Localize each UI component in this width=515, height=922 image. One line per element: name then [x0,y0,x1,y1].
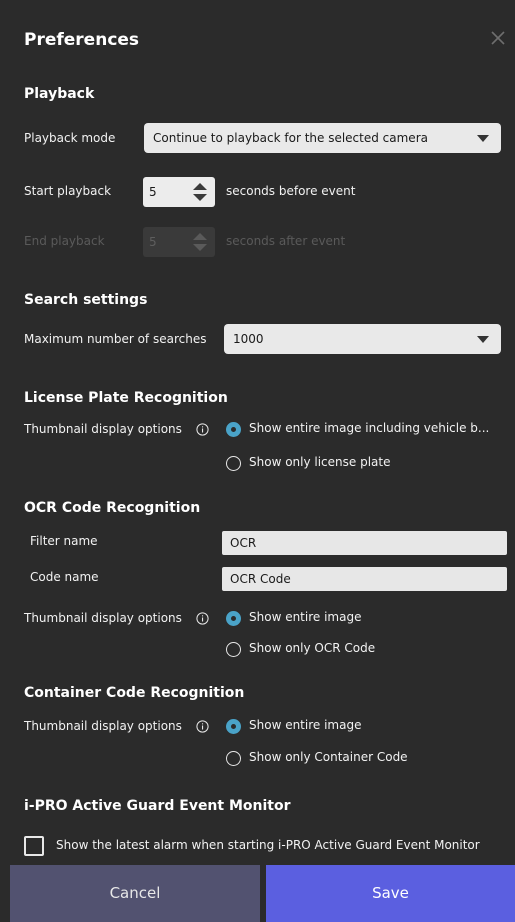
ocr-code-input[interactable]: OCR Code [222,567,507,591]
end-playback-label: End playback [24,234,105,248]
chevron-down-icon [477,336,489,343]
end-playback-value: 5 [149,235,157,249]
guard-heading: i-PRO Active Guard Event Monitor [24,798,291,814]
playback-mode-value: Continue to playback for the selected ca… [153,131,428,145]
radio-unselected-icon[interactable] [226,456,241,471]
radio-unselected-icon[interactable] [226,642,241,657]
close-icon[interactable] [490,30,506,46]
ocr-filter-label: Filter name [30,534,98,548]
end-playback-suffix: seconds after event [226,234,346,248]
arrow-up-icon [193,233,207,240]
ocr-heading: OCR Code Recognition [24,500,201,516]
max-searches-select[interactable]: 1000 [224,324,501,354]
arrow-down-icon[interactable] [193,194,207,201]
lpr-option-plate-label: Show only license plate [249,455,391,469]
info-icon[interactable] [196,423,209,436]
max-searches-label: Maximum number of searches [24,332,207,346]
end-playback-stepper: 5 [143,227,215,257]
lpr-heading: License Plate Recognition [24,390,228,406]
playback-heading: Playback [24,86,95,102]
info-icon[interactable] [196,612,209,625]
chevron-down-icon [477,135,489,142]
ocr-filter-input[interactable]: OCR [222,531,507,555]
search-settings-heading: Search settings [24,292,148,308]
container-heading: Container Code Recognition [24,685,245,701]
radio-selected-icon[interactable] [226,719,241,734]
container-option-code-label: Show only Container Code [249,750,408,764]
start-playback-suffix: seconds before event [226,184,356,198]
arrow-down-icon [193,244,207,251]
start-playback-label: Start playback [24,184,112,198]
radio-unselected-icon[interactable] [226,751,241,766]
lpr-option-entire-label: Show entire image including vehicle b... [249,421,490,435]
start-playback-value: 5 [149,185,157,199]
container-option-entire-label: Show entire image [249,718,362,732]
info-icon[interactable] [196,720,209,733]
container-thumb-label: Thumbnail display options [24,719,182,733]
dialog-footer: Cancel Save [0,865,515,922]
playback-mode-label: Playback mode [24,131,116,145]
ocr-thumb-label: Thumbnail display options [24,611,182,625]
cancel-button[interactable]: Cancel [10,865,260,922]
max-searches-value: 1000 [233,332,264,346]
ocr-code-label: Code name [30,570,99,584]
guard-alarm-checkbox[interactable] [24,836,44,856]
arrow-up-icon[interactable] [193,183,207,190]
ocr-option-entire-label: Show entire image [249,610,362,624]
playback-mode-select[interactable]: Continue to playback for the selected ca… [144,123,501,153]
lpr-thumb-label: Thumbnail display options [24,422,182,436]
radio-selected-icon[interactable] [226,611,241,626]
save-button[interactable]: Save [266,865,515,922]
start-playback-stepper[interactable]: 5 [143,177,215,207]
dialog-title: Preferences [24,30,140,50]
guard-alarm-label: Show the latest alarm when starting i-PR… [56,838,480,852]
ocr-option-code-label: Show only OCR Code [249,641,376,655]
radio-selected-icon[interactable] [226,422,241,437]
